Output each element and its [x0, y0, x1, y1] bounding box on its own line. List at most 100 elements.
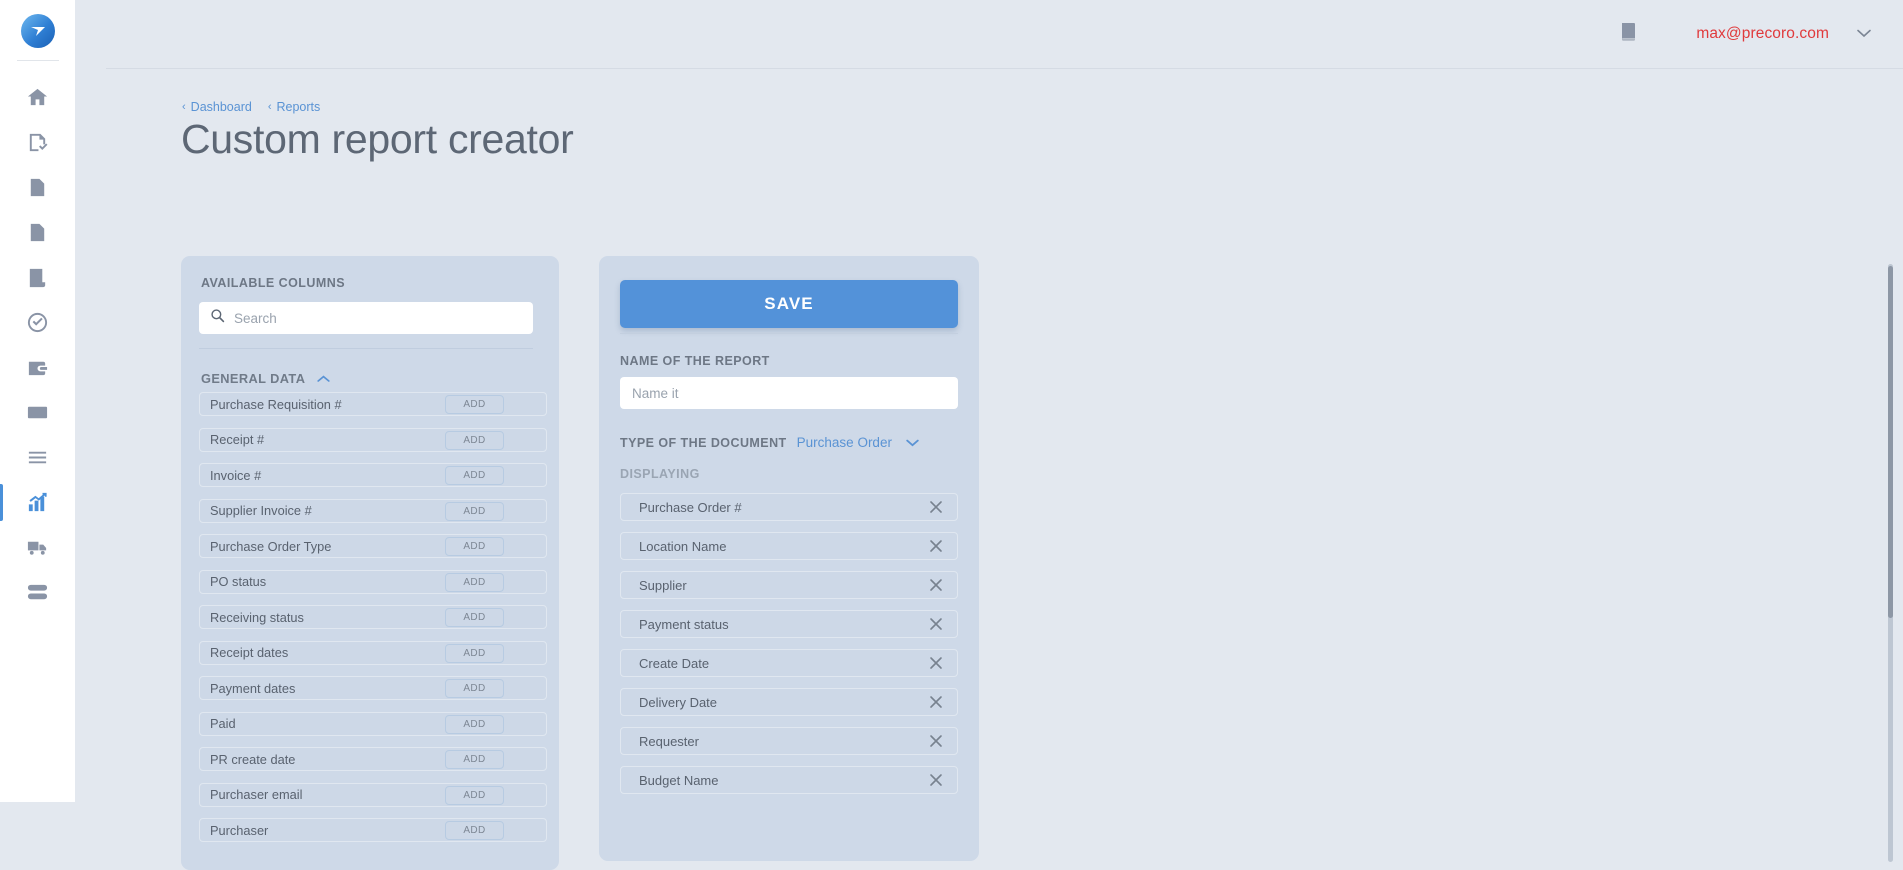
chevron-down-icon[interactable] [906, 439, 919, 447]
sidebar-item-reports[interactable] [0, 480, 75, 525]
chevron-up-icon[interactable] [317, 375, 330, 383]
add-column-button[interactable]: ADD [445, 679, 504, 698]
user-email-label[interactable]: max@precoro.com [1696, 25, 1829, 43]
displaying-column-label: Location Name [639, 539, 726, 554]
available-column-row[interactable]: Payment datesADD [199, 676, 547, 700]
close-icon[interactable] [929, 539, 943, 553]
displaying-column-row[interactable]: Requester [620, 727, 958, 755]
save-button[interactable]: SAVE [620, 280, 958, 328]
add-column-button[interactable]: ADD [445, 750, 504, 769]
available-column-row[interactable]: Paid ADD [199, 712, 547, 736]
search-divider [199, 348, 533, 349]
displaying-column-row[interactable]: Budget Name [620, 766, 958, 794]
add-column-button[interactable]: ADD [445, 608, 504, 627]
close-icon[interactable] [929, 500, 943, 514]
displaying-column-label: Payment status [639, 617, 729, 632]
available-column-row[interactable]: Receiving statusADD [199, 605, 547, 629]
available-column-label: Paid [210, 716, 236, 731]
sidebar-item-home[interactable] [0, 75, 75, 120]
app-logo[interactable] [21, 14, 55, 48]
add-column-button[interactable]: ADD [445, 537, 504, 556]
available-column-row[interactable]: Purchaser ADD [199, 818, 547, 842]
displaying-column-row[interactable]: Supplier [620, 571, 958, 599]
add-column-button[interactable]: ADD [445, 466, 504, 485]
close-icon[interactable] [929, 773, 943, 787]
sidebar-nav [0, 0, 75, 802]
displaying-column-row[interactable]: Payment status [620, 610, 958, 638]
available-column-row[interactable]: Receipt #ADD [199, 428, 547, 452]
available-column-row[interactable]: PR create date ADD [199, 747, 547, 771]
search-field[interactable] [199, 302, 533, 334]
available-column-row[interactable]: Purchase Order Type ADD [199, 534, 547, 558]
sidebar-item-purchase-requisitions[interactable] [0, 120, 75, 165]
close-icon[interactable] [929, 656, 943, 670]
breadcrumb-label: Reports [277, 100, 321, 114]
add-column-button[interactable]: ADD [445, 644, 504, 663]
close-icon[interactable] [929, 734, 943, 748]
add-column-button[interactable]: ADD [445, 431, 504, 450]
available-column-label: Invoice # [210, 468, 261, 483]
close-icon[interactable] [929, 695, 943, 709]
available-column-row[interactable]: PO statusADD [199, 570, 547, 594]
available-column-label: Purchaser email [210, 787, 302, 802]
breadcrumb-label: Dashboard [191, 100, 252, 114]
chevron-down-icon[interactable] [1857, 25, 1871, 43]
add-column-button[interactable]: ADD [445, 715, 504, 734]
main-content: ‹ Dashboard ‹ Reports Custom report crea… [75, 68, 1903, 802]
close-icon[interactable] [929, 578, 943, 592]
document-type-row: TYPE OF THE DOCUMENT Purchase Order [620, 435, 919, 450]
displaying-column-row[interactable]: Delivery Date [620, 688, 958, 716]
available-column-row[interactable]: Supplier Invoice # ADD [199, 499, 547, 523]
displaying-column-label: Create Date [639, 656, 709, 671]
available-column-label: Supplier Invoice # [210, 503, 312, 518]
sidebar-item-approvals[interactable] [0, 300, 75, 345]
available-columns-list[interactable]: Purchase Requisition #ADDReceipt #ADDInv… [199, 392, 547, 870]
columns-scrollbar-thumb[interactable] [1888, 266, 1893, 618]
displaying-column-label: Supplier [639, 578, 687, 593]
breadcrumb-item-reports[interactable]: ‹ Reports [268, 100, 320, 114]
add-column-button[interactable]: ADD [445, 821, 504, 840]
report-name-label: NAME OF THE REPORT [620, 354, 770, 368]
sidebar-item-suppliers[interactable] [0, 525, 75, 570]
available-column-row[interactable]: Purchaser emailADD [199, 783, 547, 807]
sidebar-divider [17, 60, 59, 61]
add-column-button[interactable]: ADD [445, 573, 504, 592]
available-column-row[interactable]: Invoice # ADD [199, 463, 547, 487]
sidebar-item-catalog[interactable] [0, 435, 75, 480]
chevron-left-icon: ‹ [182, 102, 186, 113]
displaying-column-label: Requester [639, 734, 699, 749]
displaying-column-label: Purchase Order # [639, 500, 742, 515]
search-input[interactable] [234, 311, 514, 326]
displaying-column-row[interactable]: Create Date [620, 649, 958, 677]
sidebar-item-payments[interactable] [0, 390, 75, 435]
sidebar-item-inventory[interactable] [0, 570, 75, 615]
available-column-label: PR create date [210, 752, 295, 767]
sidebar-item-purchase-orders[interactable] [0, 165, 75, 210]
breadcrumb-item-dashboard[interactable]: ‹ Dashboard [182, 100, 252, 114]
sidebar-item-invoices[interactable] [0, 210, 75, 255]
available-column-row[interactable]: Purchase Requisition # ADD [199, 392, 547, 416]
displaying-column-row[interactable]: Location Name [620, 532, 958, 560]
document-type-label: TYPE OF THE DOCUMENT [620, 436, 787, 450]
save-divider [620, 333, 958, 334]
report-name-input[interactable] [620, 377, 958, 409]
sidebar-item-receipts[interactable] [0, 255, 75, 300]
available-columns-panel: AVAILABLE COLUMNS GENERAL DATA Purchase … [181, 256, 559, 870]
available-column-label: Receipt dates [210, 645, 288, 660]
general-data-group-header[interactable]: GENERAL DATA [201, 371, 330, 386]
sidebar-item-expenses[interactable] [0, 345, 75, 390]
displaying-column-row[interactable]: Purchase Order # [620, 493, 958, 521]
available-columns-heading: AVAILABLE COLUMNS [201, 276, 345, 290]
available-column-label: Purchaser [210, 823, 268, 838]
general-data-label: GENERAL DATA [201, 371, 305, 386]
top-header: max@precoro.com [75, 0, 1903, 68]
breadcrumb: ‹ Dashboard ‹ Reports [182, 100, 320, 114]
add-column-button[interactable]: ADD [445, 395, 504, 414]
document-type-select[interactable]: Purchase Order [797, 435, 892, 450]
available-column-label: Purchase Requisition # [210, 397, 342, 412]
add-column-button[interactable]: ADD [445, 502, 504, 521]
available-column-row[interactable]: Receipt dates ADD [199, 641, 547, 665]
available-column-label: Purchase Order Type [210, 539, 331, 554]
book-icon[interactable] [1620, 22, 1638, 47]
close-icon[interactable] [929, 617, 943, 631]
